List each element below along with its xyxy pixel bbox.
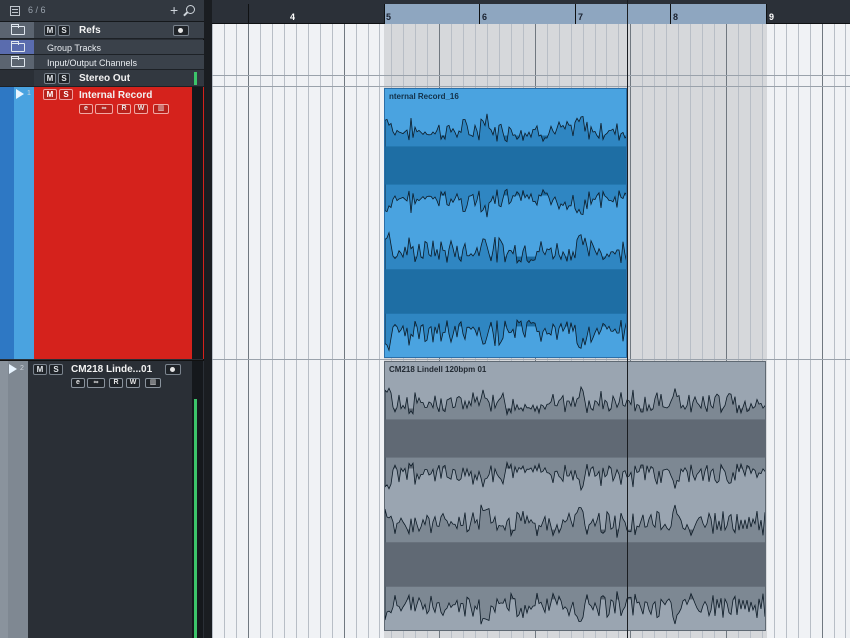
solo-button[interactable]: S [59,89,73,100]
search-icon[interactable] [186,5,195,14]
audio-track-2[interactable]: 2 M S CM218 Linde...01 e ∞ R W ▥ [0,360,204,638]
monitor-button[interactable]: ∞ [95,104,113,114]
play-indicator-icon [16,89,24,99]
grid-line [379,24,380,638]
project-arrange-area[interactable]: 4 5 6 7 8 9 nternal Record_16 CM218 Lind… [212,0,850,638]
record-enable-button[interactable] [173,25,189,36]
lane-button[interactable]: ▥ [145,378,161,388]
bar-number: 8 [673,12,679,22]
audio-event[interactable]: CM218 Lindell 120bpm 01 [384,361,766,631]
read-automation-button[interactable]: R [117,104,131,114]
solo-button[interactable]: S [49,364,63,375]
audio-track-1[interactable]: 1 M S Internal Record e ∞ R W ▥ [0,87,204,359]
output-channel-row[interactable]: M S Stereo Out [0,70,204,87]
grid-line [786,24,787,638]
grid-line [834,24,835,638]
grid-line [332,24,333,638]
folder-track-group[interactable]: Group Tracks [0,40,204,55]
output-channel-name: Stereo Out [79,73,131,84]
mute-button[interactable]: M [44,73,56,84]
record-enable-button[interactable] [165,364,181,375]
track-list-icon[interactable] [10,6,20,16]
grid-line [272,24,273,638]
grid-line [356,24,357,638]
grid-line [320,24,321,638]
grid-line [236,24,237,638]
project-cursor[interactable] [627,0,628,638]
mute-button[interactable]: M [43,89,57,100]
track-name[interactable]: Internal Record [79,90,152,101]
track-divider [212,86,850,87]
write-automation-button[interactable]: W [126,378,140,388]
track-list: 6 / 6 + M S Refs Group Tracks Input/Outp… [0,0,204,638]
grid-line [774,24,775,638]
track-count: 6 / 6 [28,5,46,15]
bar-number: 7 [578,12,584,22]
grid-line [224,24,225,638]
track-divider [212,75,850,76]
play-indicator-icon [9,364,17,374]
folder-icon[interactable] [11,24,25,35]
track-number: 1 [27,90,31,97]
folder-name: Group Tracks [47,43,102,53]
write-automation-button[interactable]: W [134,104,148,114]
level-meter [192,361,203,638]
folder-icon[interactable] [11,56,25,67]
level-meter [192,87,203,359]
grid-line [344,24,345,638]
folder-name: Input/Output Channels [47,58,138,68]
track-name[interactable]: CM218 Linde...01 [71,364,152,375]
monitor-button[interactable]: ∞ [87,378,105,388]
grid-line [308,24,309,638]
grid-line [248,24,249,638]
grid-line [284,24,285,638]
grid-line [368,24,369,638]
timeline-ruler[interactable]: 4 5 6 7 8 9 [212,0,850,24]
track-number: 2 [20,365,24,372]
track-color-strip [8,361,28,638]
grid-line [296,24,297,638]
track-divider [212,359,850,360]
bar-number: 9 [769,12,775,22]
folder-name: Refs [79,25,101,36]
waveform [385,385,765,625]
bar-number: 6 [482,12,488,22]
track-color-strip [14,87,34,359]
read-automation-button[interactable]: R [109,378,123,388]
mute-button[interactable]: M [44,25,56,36]
grid-line [810,24,811,638]
audio-event[interactable]: nternal Record_16 [384,88,627,358]
grid-line [798,24,799,638]
level-meter [194,72,197,85]
folder-track-io[interactable]: Input/Output Channels [0,55,204,70]
grid-line [260,24,261,638]
bar-number: 5 [386,12,392,22]
bar-number: 4 [290,12,296,22]
edit-channel-button[interactable]: e [71,378,85,388]
edit-channel-button[interactable]: e [79,104,93,114]
track-list-header: 6 / 6 + [0,0,204,22]
solo-button[interactable]: S [58,25,70,36]
grid-line [845,24,846,638]
lane-button[interactable]: ▥ [153,104,169,114]
solo-button[interactable]: S [58,73,70,84]
folder-track-refs[interactable]: M S Refs [0,22,204,39]
grid-line [212,24,213,638]
grid-line [822,24,823,638]
waveform [385,113,626,352]
folder-icon[interactable] [11,41,25,52]
mute-button[interactable]: M [33,364,47,375]
add-track-icon[interactable]: + [170,2,178,18]
